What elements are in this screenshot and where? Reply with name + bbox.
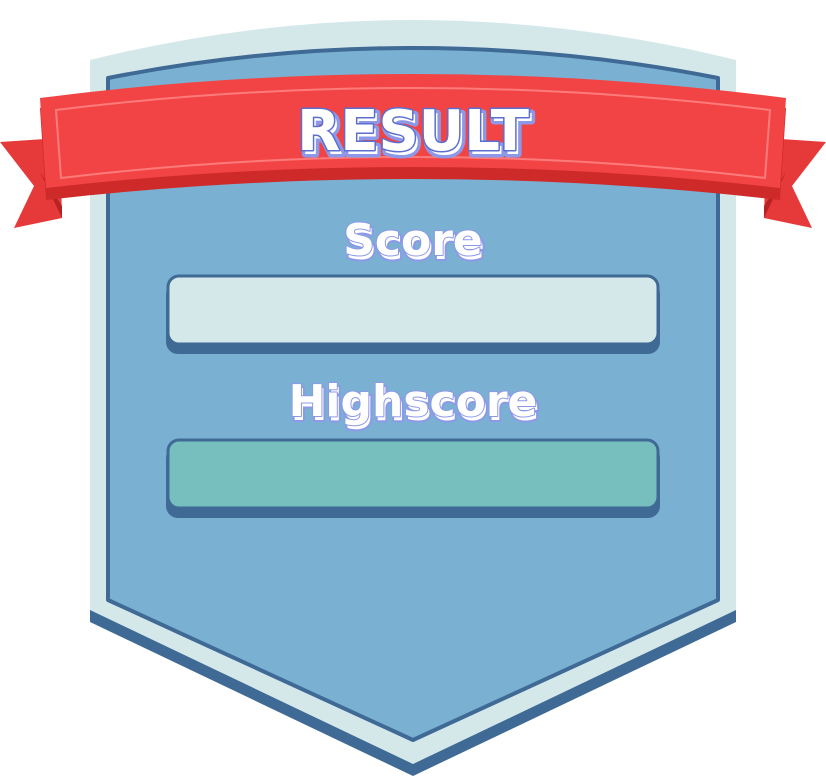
- score-label: Score: [343, 215, 483, 266]
- result-panel: RESULT RESULT Score Score Highscore High…: [0, 20, 826, 776]
- highscore-field: [166, 438, 660, 510]
- score-field: [166, 274, 660, 346]
- banner-title-text: RESULT: [297, 99, 529, 164]
- highscore-label: Highscore: [289, 376, 538, 427]
